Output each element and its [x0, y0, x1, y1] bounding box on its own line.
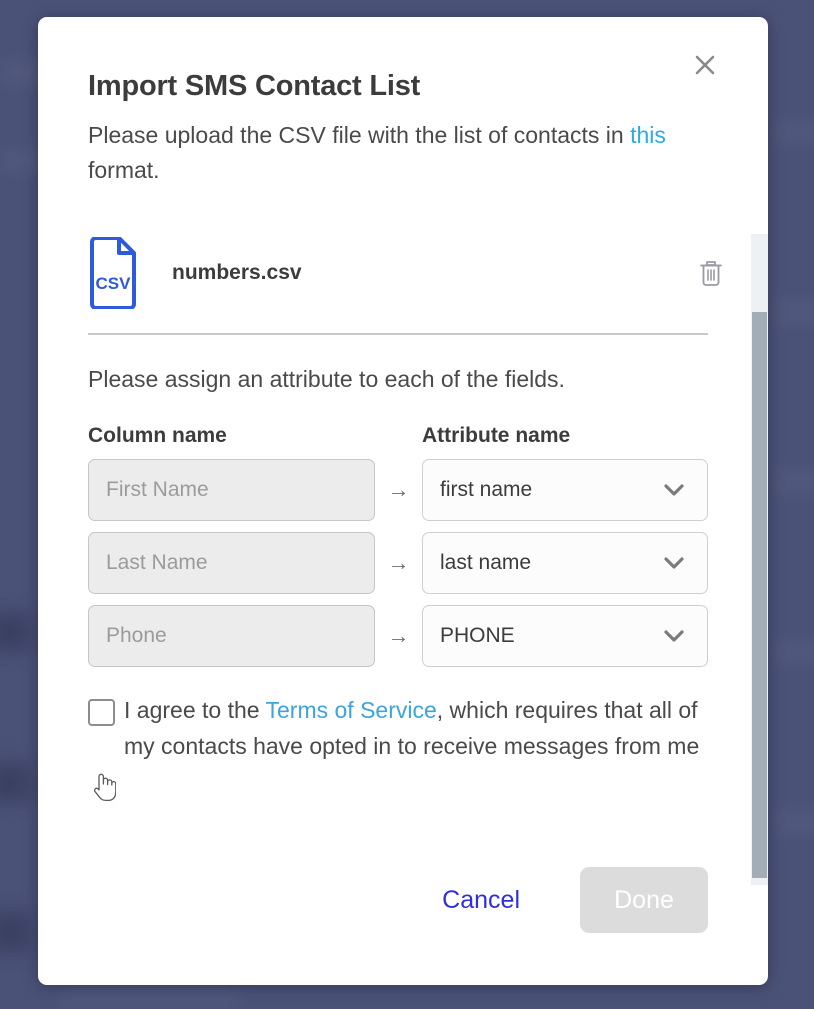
chevron-down-icon — [664, 556, 684, 569]
agree-text-before: I agree to the — [124, 697, 266, 724]
csv-format-link[interactable]: this — [630, 122, 666, 148]
mapping-row: → PHONE — [88, 605, 746, 668]
backdrop-blur-shape — [776, 300, 814, 324]
attribute-select-value-0: first name — [440, 478, 533, 502]
terms-agreement-row: I agree to the Terms of Service, which r… — [88, 693, 713, 764]
arrow-icon: → — [387, 623, 410, 649]
close-icon[interactable] — [690, 50, 720, 80]
chevron-down-icon — [664, 483, 684, 496]
subtitle-text-after: format. — [88, 157, 160, 184]
page-title: Import SMS Contact List — [88, 70, 421, 102]
mapping-table-headers: Column name Attribute name — [88, 424, 746, 448]
attribute-select-value-2: PHONE — [440, 624, 515, 648]
backdrop-blur-shape — [0, 912, 30, 952]
arrow-icon: → — [387, 550, 410, 576]
assign-instruction: Please assign an attribute to each of th… — [88, 366, 565, 393]
svg-text:CSV: CSV — [96, 274, 132, 293]
arrow-icon: → — [387, 477, 410, 503]
backdrop-blur-shape — [60, 988, 240, 1008]
attribute-select-value-1: last name — [440, 551, 532, 575]
attribute-select-0[interactable]: first name — [422, 459, 708, 522]
attribute-select-1[interactable]: last name — [422, 532, 708, 595]
backdrop-blur-shape — [776, 120, 814, 144]
done-button[interactable]: Done — [580, 867, 708, 933]
dialog-footer: Cancel Done — [88, 835, 718, 985]
backdrop-blur-shape — [776, 470, 814, 494]
terms-agreement-checkbox[interactable] — [88, 699, 115, 727]
backdrop-blur-shape — [0, 612, 30, 652]
mapping-row: → last name — [88, 532, 746, 595]
terms-agreement-label: I agree to the Terms of Service, which r… — [124, 693, 713, 764]
uploaded-file-row: CSV numbers.csv — [88, 233, 746, 313]
chevron-down-icon — [664, 629, 684, 642]
import-sms-contact-list-dialog: Import SMS Contact List Please upload th… — [38, 17, 768, 985]
backdrop-blur-shape — [776, 640, 814, 664]
column-name-input-0[interactable] — [88, 459, 375, 522]
dialog-subtitle: Please upload the CSV file with the list… — [88, 118, 713, 189]
dialog-scrollbar-thumb[interactable] — [752, 312, 767, 878]
mapping-row: → first name — [88, 459, 746, 522]
column-name-input-1[interactable] — [88, 532, 375, 595]
csv-file-icon: CSV — [88, 236, 138, 311]
column-name-header: Column name — [88, 424, 227, 448]
terms-of-service-link[interactable]: Terms of Service — [266, 697, 437, 723]
attribute-name-header: Attribute name — [422, 424, 571, 448]
file-name-label: numbers.csv — [172, 261, 302, 285]
trash-icon[interactable] — [694, 256, 728, 290]
backdrop-blur-shape — [776, 810, 814, 834]
column-name-input-2[interactable] — [88, 605, 375, 668]
backdrop-blur-shape — [0, 762, 30, 802]
attribute-select-2[interactable]: PHONE — [422, 605, 708, 668]
cancel-button[interactable]: Cancel — [442, 886, 520, 915]
section-divider — [88, 333, 708, 336]
subtitle-text-before: Please upload the CSV file with the list… — [88, 121, 631, 148]
